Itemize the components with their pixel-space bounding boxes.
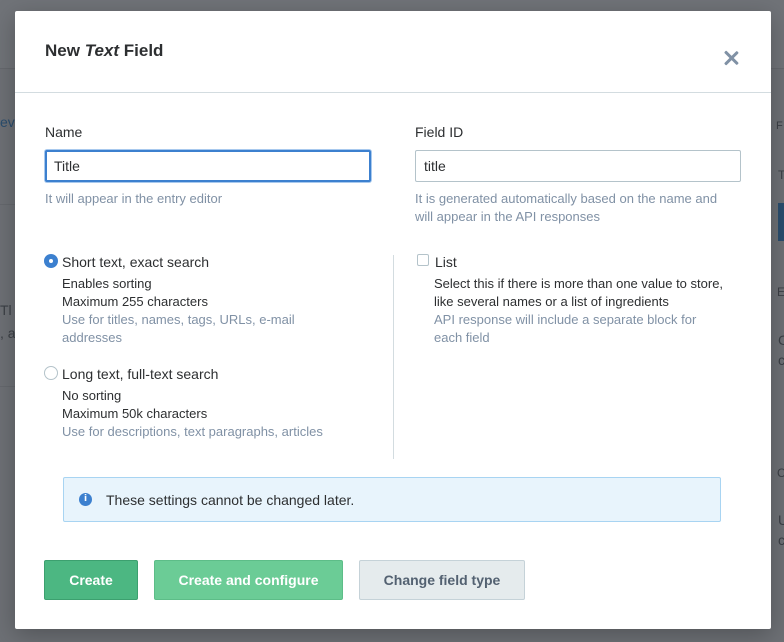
title-suffix: Field — [123, 41, 164, 60]
title-field-type: Text — [84, 41, 120, 60]
list-desc-1: Select this if there is more than one va… — [434, 276, 724, 291]
close-icon[interactable] — [720, 47, 742, 69]
name-input[interactable] — [45, 150, 371, 182]
name-label: Name — [45, 124, 83, 140]
options-divider — [393, 255, 394, 459]
field-id-input[interactable] — [415, 150, 741, 182]
list-checkbox[interactable] — [417, 254, 429, 266]
long-text-radio[interactable] — [44, 366, 58, 380]
long-text-title[interactable]: Long text, full-text search — [62, 366, 218, 382]
long-text-desc-1: No sorting — [62, 388, 122, 403]
background-text: T — [778, 168, 784, 182]
short-text-title[interactable]: Short text, exact search — [62, 254, 209, 270]
field-id-label: Field ID — [415, 124, 464, 140]
background-text: c — [778, 532, 784, 548]
background-text: ev — [0, 114, 15, 130]
short-text-usage-1: Use for titles, names, tags, URLs, e-mai… — [62, 312, 295, 327]
list-title[interactable]: List — [435, 254, 457, 270]
field-id-hint-line1: It is generated automatically based on t… — [415, 191, 718, 206]
info-note: i These settings cannot be changed later… — [63, 477, 721, 522]
create-button[interactable]: Create — [44, 560, 138, 600]
background-text: C — [778, 332, 784, 348]
background-text: F — [776, 120, 783, 132]
info-icon: i — [79, 493, 92, 506]
background-text: Tl — [0, 302, 12, 318]
list-desc-2: like several names or a list of ingredie… — [434, 294, 669, 309]
short-text-desc-2: Maximum 255 characters — [62, 294, 208, 309]
name-hint: It will appear in the entry editor — [45, 191, 223, 206]
short-text-usage-2: addresses — [62, 330, 122, 345]
change-field-type-button[interactable]: Change field type — [359, 560, 525, 600]
long-text-desc-2: Maximum 50k characters — [62, 406, 208, 421]
new-field-modal: New Text Field Name It will appear in th… — [15, 11, 771, 629]
title-prefix: New — [45, 41, 80, 60]
short-text-desc-1: Enables sorting — [62, 276, 152, 291]
background-block — [778, 203, 784, 241]
modal-title: New Text Field — [45, 41, 163, 61]
background-text: C — [777, 466, 784, 480]
create-and-configure-button[interactable]: Create and configure — [154, 560, 343, 600]
background-text: U — [778, 512, 784, 528]
modal-header: New Text Field — [15, 11, 771, 93]
list-usage-1: API response will include a separate blo… — [434, 312, 697, 327]
field-id-hint-line2: will appear in the API responses — [415, 209, 600, 224]
info-note-text: These settings cannot be changed later. — [106, 492, 355, 508]
background-divider — [0, 204, 15, 205]
list-usage-2: each field — [434, 330, 490, 345]
background-text: , a — [0, 325, 16, 341]
background-divider — [0, 386, 15, 387]
background-text: c — [778, 352, 784, 368]
short-text-radio[interactable] — [44, 254, 58, 268]
long-text-usage: Use for descriptions, text paragraphs, a… — [62, 424, 323, 439]
background-text: E — [777, 285, 784, 299]
